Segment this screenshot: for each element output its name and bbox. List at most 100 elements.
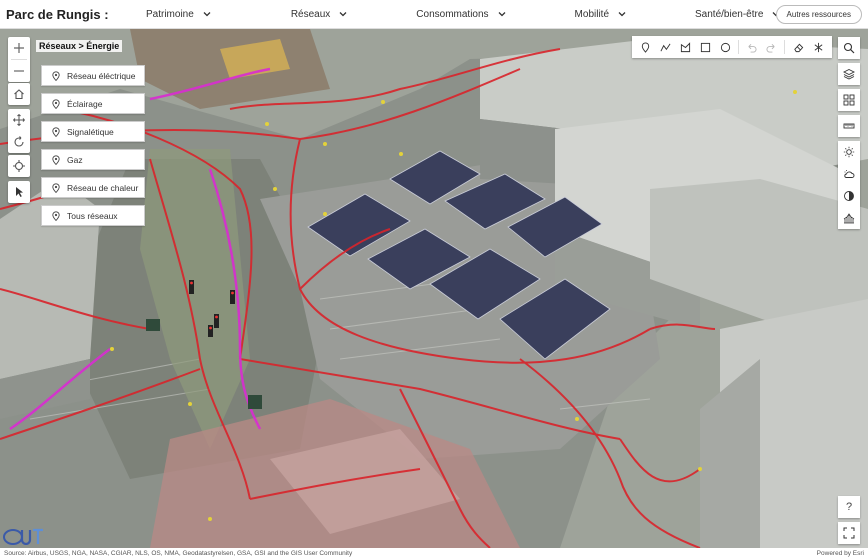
layer-item-label: Gaz [67, 154, 83, 165]
eraser-button[interactable] [788, 37, 808, 57]
layer-item-label: Réseau de chaleur [67, 182, 139, 193]
layer-item-eclairage[interactable]: Éclairage [41, 93, 145, 114]
attribution-bar: Source: Airbus, USGS, NGA, NASA, CGIAR, … [0, 548, 868, 558]
weather-button[interactable] [838, 163, 860, 185]
layer-item-label: Réseau éléctrique [67, 70, 136, 81]
map-pin-icon [52, 126, 60, 137]
nav-label: Santé/bien-être [695, 8, 764, 20]
top-bar: Parc de Rungis : Patrimoine Réseaux Cons… [0, 0, 868, 29]
nav-label: Réseaux [290, 8, 331, 20]
redo-button[interactable] [762, 37, 782, 57]
layer-list: Réseau éléctrique Éclairage Signalétique… [41, 65, 145, 233]
chevron-down-icon [498, 12, 506, 17]
environment-controls [838, 141, 860, 229]
sun-icon [843, 146, 855, 158]
basemap-gallery-button[interactable] [838, 89, 860, 111]
nav-label: Consommations [416, 8, 489, 20]
settings-button[interactable] [808, 37, 828, 57]
elevation-icon [843, 213, 855, 224]
rectangle-icon [700, 42, 710, 52]
other-resources-button[interactable]: Autres ressources [775, 5, 862, 24]
draw-circle-button[interactable] [715, 37, 735, 57]
nav-mobilite[interactable]: Mobilité [575, 9, 627, 20]
help-button[interactable]: ? [838, 496, 860, 518]
undo-button[interactable] [742, 37, 762, 57]
app-title: Parc de Rungis : [6, 6, 109, 22]
app-root: Parc de Rungis : Patrimoine Réseaux Cons… [0, 0, 868, 558]
zoom-in-button[interactable] [8, 37, 30, 59]
fullscreen-icon [843, 527, 855, 539]
draw-polygon-button[interactable] [676, 37, 696, 57]
layer-item-reseau-electrique[interactable]: Réseau éléctrique [41, 65, 145, 86]
polyline-icon [660, 43, 671, 51]
eraser-icon [794, 43, 804, 52]
rotate-button[interactable] [8, 131, 30, 153]
map-view[interactable]: Réseaux > Énergie Réseau éléctrique Écla… [0, 29, 868, 548]
map-pin-icon [642, 42, 650, 53]
layers-icon [843, 68, 855, 80]
draw-rectangle-button[interactable] [695, 37, 715, 57]
select-button[interactable] [8, 181, 30, 203]
chevron-down-icon [203, 12, 211, 17]
org-logo-icon [3, 528, 43, 545]
map-pin-icon [52, 182, 60, 193]
redo-icon [766, 43, 775, 53]
locate-controls [8, 155, 30, 177]
map-pin-icon [52, 210, 60, 221]
elevation-profile-button[interactable] [838, 207, 860, 229]
minus-icon [14, 70, 24, 72]
layer-item-label: Éclairage [67, 98, 103, 109]
pan-rotate-controls [8, 109, 30, 153]
draw-point-button[interactable] [636, 37, 656, 57]
nav-consommations[interactable]: Consommations [416, 9, 506, 20]
shadow-cast-button[interactable] [838, 185, 860, 207]
map-pin-icon [52, 154, 60, 165]
daylight-button[interactable] [838, 141, 860, 163]
chevron-down-icon [339, 12, 347, 17]
undo-icon [748, 43, 757, 53]
breadcrumb: Réseaux > Énergie [36, 40, 123, 52]
draw-polyline-button[interactable] [656, 37, 676, 57]
nav-patrimoine[interactable]: Patrimoine [146, 9, 212, 20]
layer-item-tous-reseaux[interactable]: Tous réseaux [41, 205, 145, 226]
home-icon [14, 89, 24, 100]
layer-item-signaletique[interactable]: Signalétique [41, 121, 145, 142]
search-icon [843, 42, 855, 54]
main-nav: Patrimoine Réseaux Consommations Mobilit… [140, 0, 781, 28]
crosshair-icon [13, 160, 25, 172]
layer-item-reseau-de-chaleur[interactable]: Réseau de chaleur [41, 177, 145, 198]
nav-label: Patrimoine [146, 8, 194, 20]
attribution-text: Source: Airbus, USGS, NGA, NASA, CGIAR, … [4, 549, 353, 557]
ruler-icon [843, 123, 855, 129]
navigation-controls [8, 83, 30, 105]
right-widget-column [838, 37, 860, 233]
map-pin-icon [52, 70, 60, 81]
fullscreen-button[interactable] [838, 522, 860, 544]
pan-button[interactable] [8, 109, 30, 131]
layer-item-label: Tous réseaux [67, 210, 118, 221]
nav-sante[interactable]: Santé/bien-être [695, 9, 781, 20]
layer-item-label: Signalétique [67, 126, 114, 137]
cursor-arrow-icon [16, 187, 23, 197]
select-controls [8, 181, 30, 203]
powered-by-text[interactable]: Powered by Esri [817, 550, 864, 557]
nav-label: Mobilité [574, 8, 610, 20]
nav-reseaux[interactable]: Réseaux [291, 9, 348, 20]
sketch-toolbar [632, 36, 832, 58]
divider [737, 40, 739, 54]
snapping-icon [814, 42, 823, 52]
move-icon [13, 114, 25, 126]
home-button[interactable] [8, 83, 30, 105]
locate-button[interactable] [8, 155, 30, 177]
circle-icon [720, 42, 730, 52]
measure-button[interactable] [838, 115, 860, 137]
cloud-sun-icon [844, 170, 855, 178]
polygon-icon [680, 41, 691, 52]
zoom-out-button[interactable] [8, 60, 30, 82]
layer-item-gaz[interactable]: Gaz [41, 149, 145, 170]
zoom-controls [8, 37, 30, 82]
shadow-icon [844, 191, 854, 201]
layers-button[interactable] [838, 63, 860, 85]
search-button[interactable] [838, 37, 860, 59]
basemap-grid-icon [843, 94, 855, 106]
